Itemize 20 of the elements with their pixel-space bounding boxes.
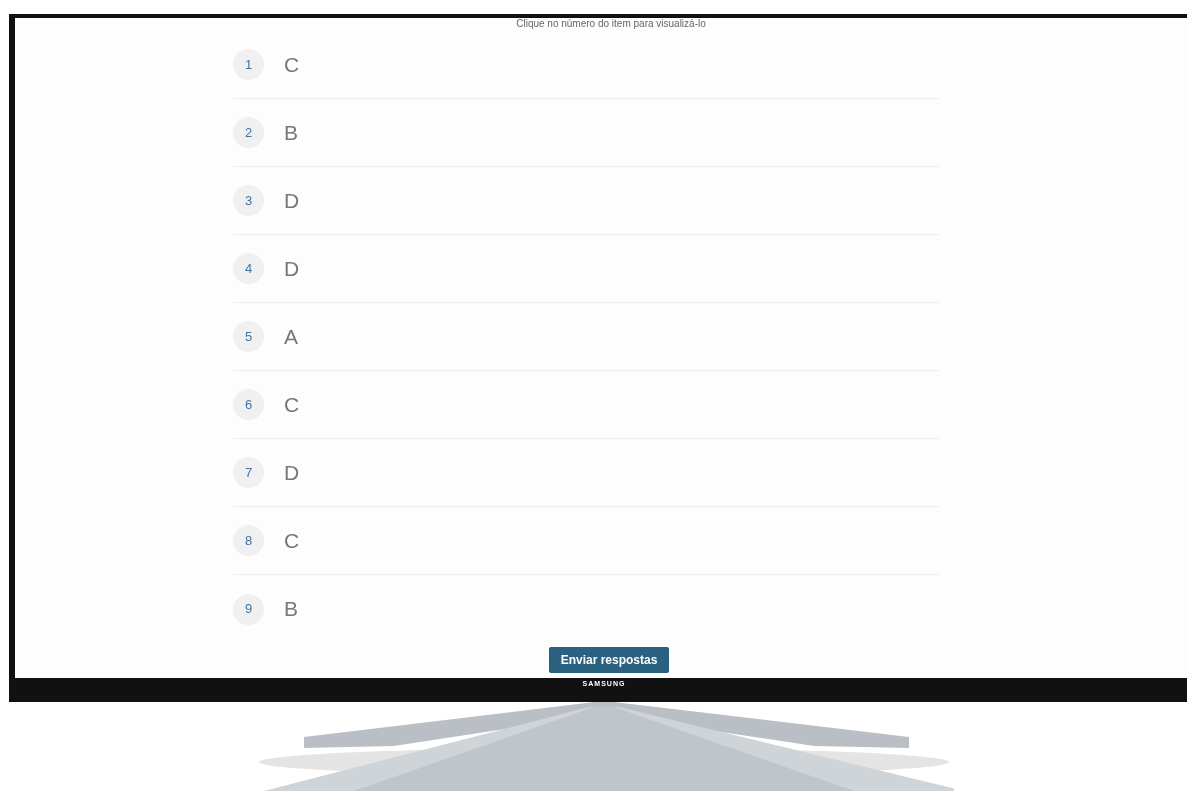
item-number-button[interactable]: 8: [233, 525, 264, 556]
item-number-button[interactable]: 3: [233, 185, 264, 216]
answer-letter: B: [284, 596, 298, 623]
answer-letter: A: [284, 323, 298, 350]
answer-letter: D: [284, 459, 300, 486]
answer-letter: D: [284, 187, 300, 214]
submit-button[interactable]: Enviar respostas: [549, 647, 669, 673]
item-number-button[interactable]: 5: [233, 321, 264, 352]
item-number-button[interactable]: 4: [233, 253, 264, 284]
answer-letter: C: [284, 391, 300, 418]
answer-letter: D: [284, 255, 300, 282]
item-number-button[interactable]: 6: [233, 389, 264, 420]
item-number-button[interactable]: 9: [233, 593, 264, 625]
item-number-button[interactable]: 1: [233, 49, 264, 80]
instruction-text: Clique no número do item para visualizá-lo: [515, 19, 706, 29]
answer-letter: C: [284, 51, 300, 78]
answer-letter: C: [284, 527, 300, 554]
answer-letter: B: [284, 119, 298, 146]
item-number-button[interactable]: 2: [233, 117, 264, 148]
item-number-button[interactable]: 7: [233, 457, 264, 488]
